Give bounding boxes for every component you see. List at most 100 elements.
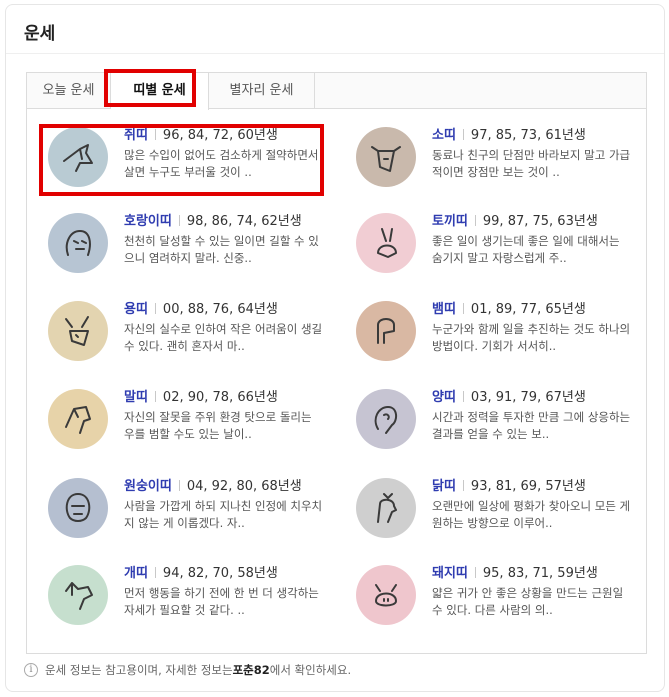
fortune-desc-line1: 자신의 실수로 인하여 작은 어려움이 생길 — [124, 322, 323, 336]
monkey-icon[interactable] — [48, 478, 108, 538]
tab-zodiac-fortune[interactable]: 띠별 운세 — [111, 73, 209, 110]
birth-years: 02, 90, 78, 66년생 — [162, 390, 278, 405]
fortune-desc-line1: 좋은 일이 생기는데 좋은 일에 대해서는 — [432, 234, 620, 248]
fortune-desc-line2: 방법이다. 기회가 서서히.. — [432, 339, 557, 353]
divider — [154, 303, 156, 314]
dragon-icon[interactable] — [48, 301, 108, 361]
tab-constellation-fortune[interactable]: 별자리 운세 — [209, 73, 315, 109]
zodiac-item-horse[interactable]: 말띠 02, 90, 78, 66년생자신의 잘못을 주위 환경 탓으로 돌리는 우… — [48, 389, 348, 459]
zodiac-name-link[interactable]: 돼지띠 — [432, 566, 468, 581]
fortune-description[interactable]: 동료나 친구의 단점만 바라보지 말고 가급적이면 장점만 보는 것이 .. — [432, 147, 642, 181]
divider — [154, 391, 156, 402]
zodiac-heading: 호랑이띠 98, 86, 74, 62년생 — [124, 213, 302, 231]
fortune-description[interactable]: 얇은 귀가 안 좋은 상황을 만드는 근원일수 있다. 다른 사람의 의.. — [432, 585, 642, 619]
zodiac-heading: 토끼띠 99, 87, 75, 63년생 — [432, 213, 598, 231]
fortune-description[interactable]: 자신의 실수로 인하여 작은 어려움이 생길수 있다. 괜히 혼자서 마.. — [124, 321, 334, 355]
zodiac-name-link[interactable]: 양띠 — [432, 390, 456, 405]
zodiac-item-dog[interactable]: 개띠 94, 82, 70, 58년생먼저 행동을 하기 전에 한 번 더 생각하… — [48, 565, 348, 635]
zodiac-item-snake[interactable]: 뱀띠 01, 89, 77, 65년생누군가와 함께 일을 추진하는 것도 하나의… — [356, 301, 656, 371]
tab-today-fortune[interactable]: 오늘 운세 — [27, 73, 111, 109]
fortune-desc-line2: 우를 범할 수도 있는 날이.. — [124, 427, 252, 441]
zodiac-name-link[interactable]: 쥐띠 — [124, 128, 148, 143]
dog-icon[interactable] — [48, 565, 108, 625]
fortune-desc-line1: 얇은 귀가 안 좋은 상황을 만드는 근원일 — [432, 586, 624, 600]
zodiac-name-link[interactable]: 용띠 — [124, 302, 148, 317]
zodiac-name-link[interactable]: 개띠 — [124, 566, 148, 581]
fortune-desc-line1: 오랜만에 일상에 평화가 찾아오니 모든 게 — [432, 499, 631, 513]
zodiac-item-monkey[interactable]: 원숭이띠 04, 92, 80, 68년생사람을 가깝게 하되 지나친 인정에 치… — [48, 478, 348, 548]
footer-text-after: 에서 확인하세요. — [269, 663, 352, 677]
birth-years: 97, 85, 73, 61년생 — [470, 128, 586, 143]
zodiac-item-rabbit[interactable]: 토끼띠 99, 87, 75, 63년생좋은 일이 생기는데 좋은 일에 대해서는… — [356, 213, 656, 283]
ox-icon[interactable] — [356, 127, 416, 187]
fortune-desc-line2: 살면 누구도 부러울 것이 .. — [124, 165, 252, 179]
snake-icon[interactable] — [356, 301, 416, 361]
fortune-desc-line1: 천천히 달성할 수 있는 일이면 길할 수 있 — [124, 234, 319, 248]
zodiac-heading: 소띠 97, 85, 73, 61년생 — [432, 127, 586, 145]
zodiac-heading: 개띠 94, 82, 70, 58년생 — [124, 565, 278, 583]
birth-years: 94, 82, 70, 58년생 — [162, 566, 278, 581]
birth-years: 93, 81, 69, 57년생 — [470, 479, 586, 494]
fortune-description[interactable]: 사람을 가깝게 하되 지나친 인정에 치우치지 않는 게 이롭겠다. 자.. — [124, 498, 334, 532]
fortune-desc-line2: 적이면 장점만 보는 것이 .. — [432, 165, 560, 179]
zodiac-item-rooster[interactable]: 닭띠 93, 81, 69, 57년생오랜만에 일상에 평화가 찾아오니 모든 게… — [356, 478, 656, 548]
zodiac-name-link[interactable]: 말띠 — [124, 390, 148, 405]
fortune-desc-line1: 먼저 행동을 하기 전에 한 번 더 생각하는 — [124, 586, 319, 600]
fortune-desc-line1: 누군가와 함께 일을 추진하는 것도 하나의 — [432, 322, 631, 336]
horse-icon[interactable] — [48, 389, 108, 449]
zodiac-item-ox[interactable]: 소띠 97, 85, 73, 61년생동료나 친구의 단점만 바라보지 말고 가급… — [356, 127, 656, 197]
birth-years: 99, 87, 75, 63년생 — [482, 214, 598, 229]
fortune-desc-line2: 원하는 방향으로 이루어.. — [432, 516, 553, 530]
zodiac-item-dragon[interactable]: 용띠 00, 88, 76, 64년생 자신의 실수로 인하여 작은 어려움이 생길… — [48, 301, 348, 371]
zodiac-name-link[interactable]: 뱀띠 — [432, 302, 456, 317]
fortune-desc-line1: 사람을 가깝게 하되 지나친 인정에 치우치 — [124, 499, 323, 513]
divider — [178, 480, 180, 491]
rabbit-icon[interactable] — [356, 213, 416, 273]
fortune-description[interactable]: 많은 수입이 없어도 검소하게 절약하면서 살면 누구도 부러울 것이 .. — [124, 147, 334, 181]
fortune-desc-line2: 자세가 필요할 것 같다. .. — [124, 603, 245, 617]
zodiac-heading: 말띠 02, 90, 78, 66년생 — [124, 389, 278, 407]
divider — [462, 391, 464, 402]
zodiac-heading: 쥐띠 96, 84, 72, 60년생 — [124, 127, 278, 145]
divider — [154, 567, 156, 578]
birth-years: 04, 92, 80, 68년생 — [186, 479, 302, 494]
footer-note: i 운세 정보는 참고용이며, 자세한 정보는 포춘82 에서 확인하세요. — [24, 662, 351, 678]
card-title: 운세 — [24, 24, 56, 44]
fortune-description[interactable]: 오랜만에 일상에 평화가 찾아오니 모든 게원하는 방향으로 이루어.. — [432, 498, 642, 532]
zodiac-item-sheep[interactable]: 양띠 03, 91, 79, 67년생 시간과 정력을 투자한 만큼 그에 상응하는… — [356, 389, 656, 459]
sheep-icon[interactable] — [356, 389, 416, 449]
fortune-description[interactable]: 시간과 정력을 투자한 만큼 그에 상응하는 결과를 얻을 수 있는 보.. — [432, 409, 642, 443]
zodiac-item-rat[interactable]: 쥐띠 96, 84, 72, 60년생많은 수입이 없어도 검소하게 절약하면서 살… — [48, 127, 348, 197]
zodiac-heading: 닭띠 93, 81, 69, 57년생 — [432, 478, 586, 496]
fortune-description[interactable]: 자신의 잘못을 주위 환경 탓으로 돌리는 우를 범할 수도 있는 날이.. — [124, 409, 334, 443]
fortune-description[interactable]: 먼저 행동을 하기 전에 한 번 더 생각하는자세가 필요할 것 같다. .. — [124, 585, 334, 619]
fortune-desc-line2: 으니 염려하지 말라. 신중.. — [124, 251, 252, 265]
fortune-description[interactable]: 누군가와 함께 일을 추진하는 것도 하나의방법이다. 기회가 서서히.. — [432, 321, 642, 355]
divider — [154, 129, 156, 140]
rat-icon[interactable] — [48, 127, 108, 187]
zodiac-name-link[interactable]: 원숭이띠 — [124, 479, 172, 494]
fortune-desc-line2: 수 있다. 다른 사람의 의.. — [432, 603, 553, 617]
tiger-icon[interactable] — [48, 213, 108, 273]
fortune-desc-line2: 수 있다. 괜히 혼자서 마.. — [124, 339, 245, 353]
fortune-desc-line1: 동료나 친구의 단점만 바라보지 말고 가급 — [432, 148, 631, 162]
divider — [462, 129, 464, 140]
tab-bar: 오늘 운세 띠별 운세 별자리 운세 — [27, 73, 646, 110]
fortune-description[interactable]: 천천히 달성할 수 있는 일이면 길할 수 있으니 염려하지 말라. 신중.. — [124, 233, 334, 267]
zodiac-name-link[interactable]: 호랑이띠 — [124, 214, 172, 229]
zodiac-name-link[interactable]: 소띠 — [432, 128, 456, 143]
divider — [474, 567, 476, 578]
zodiac-item-tiger[interactable]: 호랑이띠 98, 86, 74, 62년생천천히 달성할 수 있는 일이면 길할 … — [48, 213, 348, 283]
fortune-desc-line2: 지 않는 게 이롭겠다. 자.. — [124, 516, 245, 530]
zodiac-name-link[interactable]: 토끼띠 — [432, 214, 468, 229]
zodiac-heading: 원숭이띠 04, 92, 80, 68년생 — [124, 478, 302, 496]
divider — [474, 215, 476, 226]
zodiac-name-link[interactable]: 닭띠 — [432, 479, 456, 494]
footer-text-before: 운세 정보는 참고용이며, 자세한 정보는 — [45, 663, 233, 677]
rooster-icon[interactable] — [356, 478, 416, 538]
zodiac-item-pig[interactable]: 돼지띠 95, 83, 71, 59년생 얇은 귀가 안 좋은 상황을 만드는 근원… — [356, 565, 656, 635]
pig-icon[interactable] — [356, 565, 416, 625]
fortune-description[interactable]: 좋은 일이 생기는데 좋은 일에 대해서는 숨기지 말고 자랑스럽게 주.. — [432, 233, 642, 267]
zodiac-heading: 뱀띠 01, 89, 77, 65년생 — [432, 301, 586, 319]
footer-brand-link[interactable]: 포춘82 — [233, 662, 270, 678]
